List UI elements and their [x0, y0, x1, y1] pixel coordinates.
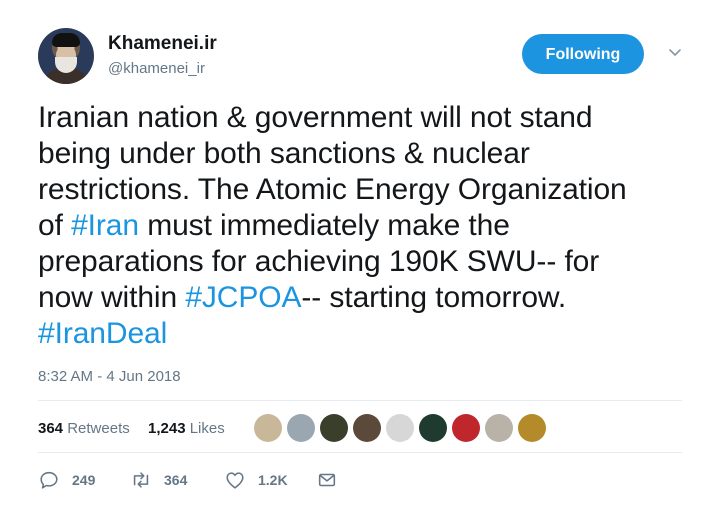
hashtag-link[interactable]: #Iran — [71, 209, 139, 242]
liker-avatar[interactable] — [353, 414, 381, 442]
tweet-header: Khamenei.ir @khamenei_ir Following — [38, 28, 686, 88]
hashtag-link[interactable]: #JCPOA — [185, 281, 301, 314]
avatar[interactable] — [38, 28, 94, 84]
direct-message-button[interactable] — [316, 468, 338, 492]
like-button[interactable]: 1.2K — [224, 468, 288, 492]
tweet-stats: 364 Retweets 1,243 Likes — [38, 410, 682, 446]
retweet-button[interactable]: 364 — [130, 468, 187, 492]
liker-avatar[interactable] — [320, 414, 348, 442]
liker-avatar[interactable] — [287, 414, 315, 442]
reply-count: 249 — [72, 472, 96, 488]
following-button[interactable]: Following — [522, 34, 644, 74]
author-handle[interactable]: @khamenei_ir — [108, 60, 205, 77]
liker-avatar[interactable] — [518, 414, 546, 442]
like-count: 1.2K — [258, 472, 288, 488]
hashtag-link[interactable]: #IranDeal — [38, 317, 167, 350]
likes-label: Likes — [189, 420, 225, 437]
liker-avatar[interactable] — [419, 414, 447, 442]
retweet-count: 364 — [164, 472, 188, 488]
retweets-stat[interactable]: 364 Retweets — [38, 420, 130, 437]
tweet-text: Iranian nation & government will not sta… — [38, 100, 688, 352]
divider — [38, 452, 682, 453]
divider — [38, 400, 682, 401]
reply-icon — [40, 471, 58, 489]
likes-count: 1,243 — [148, 420, 186, 437]
retweet-icon — [133, 472, 149, 488]
tweet-actions: 249 364 1.2K — [38, 468, 438, 494]
likes-stat[interactable]: 1,243 Likes — [148, 420, 225, 437]
chevron-down-icon[interactable] — [668, 46, 682, 60]
tweet-timestamp[interactable]: 8:32 AM - 4 Jun 2018 — [38, 368, 181, 385]
reply-button[interactable]: 249 — [38, 468, 95, 492]
liker-avatar[interactable] — [254, 414, 282, 442]
retweets-count: 364 — [38, 420, 64, 437]
retweets-label: Retweets — [67, 420, 130, 437]
liker-avatar[interactable] — [452, 414, 480, 442]
liker-avatar[interactable] — [386, 414, 414, 442]
envelope-icon — [318, 473, 336, 487]
liker-avatar[interactable] — [485, 414, 513, 442]
heart-icon — [226, 472, 244, 489]
tweet-text-segment: -- starting tomorrow. — [301, 281, 567, 314]
author-name[interactable]: Khamenei.ir — [108, 33, 217, 55]
